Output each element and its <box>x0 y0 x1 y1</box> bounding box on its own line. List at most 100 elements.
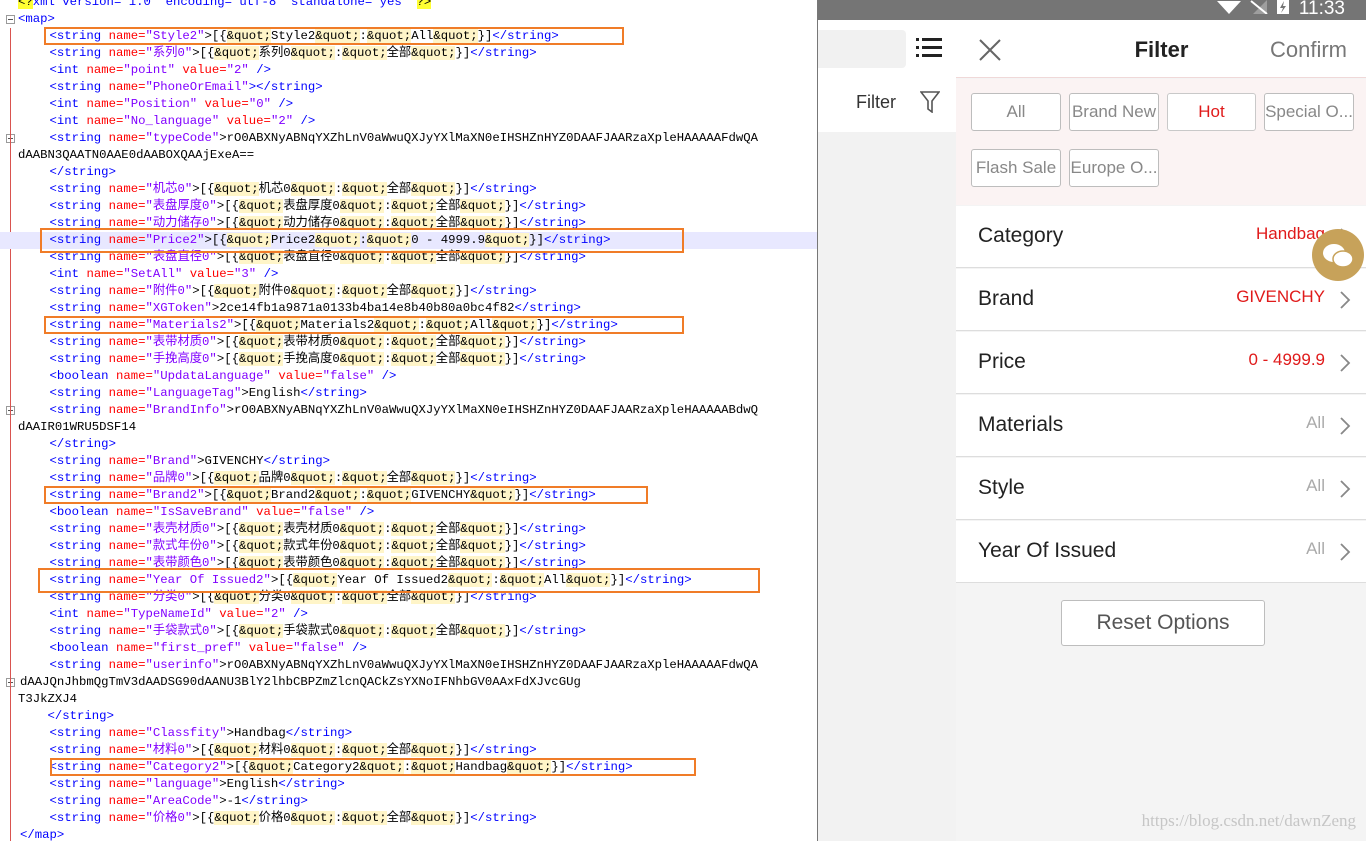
xml-token: dAAJQnJhbmQgTmV3dAADSG90dAANU3BlY2lhbCBP… <box>20 675 581 689</box>
xml-token: <string <box>49 522 109 536</box>
xml-line-text: <string name="附件0">[{&quot;附件0&quot;:&qu… <box>20 283 537 300</box>
xml-token: <boolean <box>49 641 116 655</box>
xml-editor[interactable]: <?xml version="1.0" encoding="utf-8" sta… <box>0 0 817 841</box>
xml-token: }] <box>455 743 471 757</box>
xml-token <box>20 437 50 451</box>
xml-line-text: <int name="Position" value="0" /> <box>20 96 294 113</box>
xml-token: "Classfity" <box>145 726 227 740</box>
xml-line: <string name="表盘厚度0">[{&quot;表盘厚度0&quot;… <box>0 198 817 215</box>
xml-line-text: <string name="LanguageTag">English</stri… <box>20 385 367 402</box>
xml-token: <map> <box>18 12 55 26</box>
reset-options-button[interactable]: Reset Options <box>1061 600 1265 646</box>
xml-token: </string> <box>519 250 586 264</box>
confirm-button[interactable]: Confirm <box>1270 37 1347 63</box>
filter-tab-label[interactable]: Filter <box>856 92 896 113</box>
chat-float-button[interactable] <box>1312 229 1364 281</box>
xml-token: xml version="1.0" encoding="utf-8" stand… <box>32 0 417 9</box>
xml-token: name= <box>115 369 153 383</box>
row-value: GIVENCHY <box>1236 287 1325 306</box>
list-icon[interactable] <box>916 36 942 60</box>
filter-row-materials[interactable]: Materials All <box>956 395 1366 457</box>
xml-token: &quot; <box>290 46 335 60</box>
xml-token: "Brand" <box>145 454 198 468</box>
filter-row-year-of-issued[interactable]: Year Of Issued All <box>956 521 1366 583</box>
tag-europe-order[interactable]: Europe O... <box>1069 149 1159 187</box>
xml-token: <string <box>49 284 109 298</box>
filter-row-brand[interactable]: Brand GIVENCHY <box>956 269 1366 331</box>
xml-line: <string name="AreaCode">-1</string> <box>0 793 817 810</box>
wechat-icon <box>1323 244 1354 268</box>
xml-line-text: <string name="手袋款式0">[{&quot;手袋款式0&quot;… <box>20 623 586 640</box>
xml-token: Materials2 <box>300 318 375 332</box>
xml-line-text: <string name="分类0">[{&quot;分类0&quot;:&qu… <box>20 589 537 606</box>
xml-token: name= <box>108 318 146 332</box>
xml-token: &quot; <box>460 335 505 349</box>
background-page: Filter <box>818 20 956 841</box>
xml-token: "Brand2" <box>145 488 205 502</box>
xml-token: 表带材质0 <box>283 335 340 349</box>
xml-line-text: <string name="language">English</string> <box>20 776 345 793</box>
xml-token: "SetAll" <box>123 267 190 281</box>
xml-token: 全部 <box>386 811 412 825</box>
xml-token: name= <box>108 624 146 638</box>
xml-token: </string> <box>551 318 618 332</box>
filter-row-price[interactable]: Price 0 - 4999.9 <box>956 332 1366 394</box>
row-label: Style <box>978 476 1025 499</box>
xml-token <box>20 182 50 196</box>
xml-token: T3JkZXJ4 <box>18 692 78 706</box>
xml-token: &quot; <box>256 318 301 332</box>
xml-token: &quot; <box>339 250 385 264</box>
filter-row-style[interactable]: Style All <box>956 458 1366 520</box>
xml-token: value= <box>219 607 264 621</box>
xml-token: name= <box>108 556 146 570</box>
xml-token: &quot; <box>492 318 537 332</box>
xml-line-text: <string name="BrandInfo">rO0ABXNyABNqYXZ… <box>20 402 758 419</box>
xml-token: &quot; <box>339 216 385 230</box>
xml-token: 0 - 4999.9 <box>411 233 485 247</box>
tag-special-offer[interactable]: Special O... <box>1264 93 1354 131</box>
xml-token: value= <box>226 114 271 128</box>
xml-line: <string name="款式年份0">[{&quot;款式年份0&quot;… <box>0 538 817 555</box>
xml-token: ?> <box>416 0 432 9</box>
xml-token: /> <box>352 641 367 655</box>
xml-token: "表壳材质0" <box>145 522 217 536</box>
xml-token: <string <box>49 46 109 60</box>
xml-token: 系列0 <box>258 46 291 60</box>
xml-token: name= <box>108 522 146 536</box>
xml-token: Year Of Issued2 <box>337 573 449 587</box>
xml-token: <string <box>49 352 109 366</box>
tag-hot[interactable]: Hot <box>1167 93 1256 131</box>
xml-line: </map> <box>0 827 817 841</box>
xml-token: </string> <box>470 590 537 604</box>
xml-line-text: </string> <box>20 436 116 453</box>
tag-brand-new[interactable]: Brand New <box>1069 93 1159 131</box>
tag-flash-sale[interactable]: Flash Sale <box>971 149 1061 187</box>
xml-line: <string name="language">English</string> <box>0 776 817 793</box>
xml-token: GIVENCHY <box>411 488 471 502</box>
xml-token: "价格0" <box>145 811 193 825</box>
xml-token: Brand2 <box>270 488 316 502</box>
xml-token <box>20 471 50 485</box>
search-bar[interactable] <box>818 30 906 68</box>
xml-token: &quot; <box>411 471 456 485</box>
xml-token: </string> <box>492 29 559 43</box>
filter-row-category[interactable]: Category Handbag <box>956 206 1366 268</box>
xml-token: </map> <box>20 828 65 841</box>
xml-token: <string <box>49 590 109 604</box>
xml-token: /> <box>381 369 397 383</box>
xml-token: 手袋款式0 <box>283 624 340 638</box>
xml-lines: <?xml version="1.0" encoding="utf-8" sta… <box>0 0 817 841</box>
funnel-icon[interactable] <box>920 91 940 113</box>
xml-token: name= <box>108 386 146 400</box>
xml-token: "手挽高度0" <box>145 352 217 366</box>
xml-token <box>20 352 50 366</box>
xml-token: &quot; <box>342 590 387 604</box>
row-label: Materials <box>978 413 1064 436</box>
xml-token: 全部 <box>386 743 412 757</box>
xml-token: "款式年份0" <box>145 539 217 553</box>
tag-all[interactable]: All <box>971 93 1061 131</box>
xml-token: dAABN3QAATN0AAE0dAABOXQAAjExeA== <box>18 148 255 162</box>
xml-token: 全部 <box>435 216 461 230</box>
xml-line-text: <map> <box>18 11 55 28</box>
xml-token <box>20 811 50 825</box>
